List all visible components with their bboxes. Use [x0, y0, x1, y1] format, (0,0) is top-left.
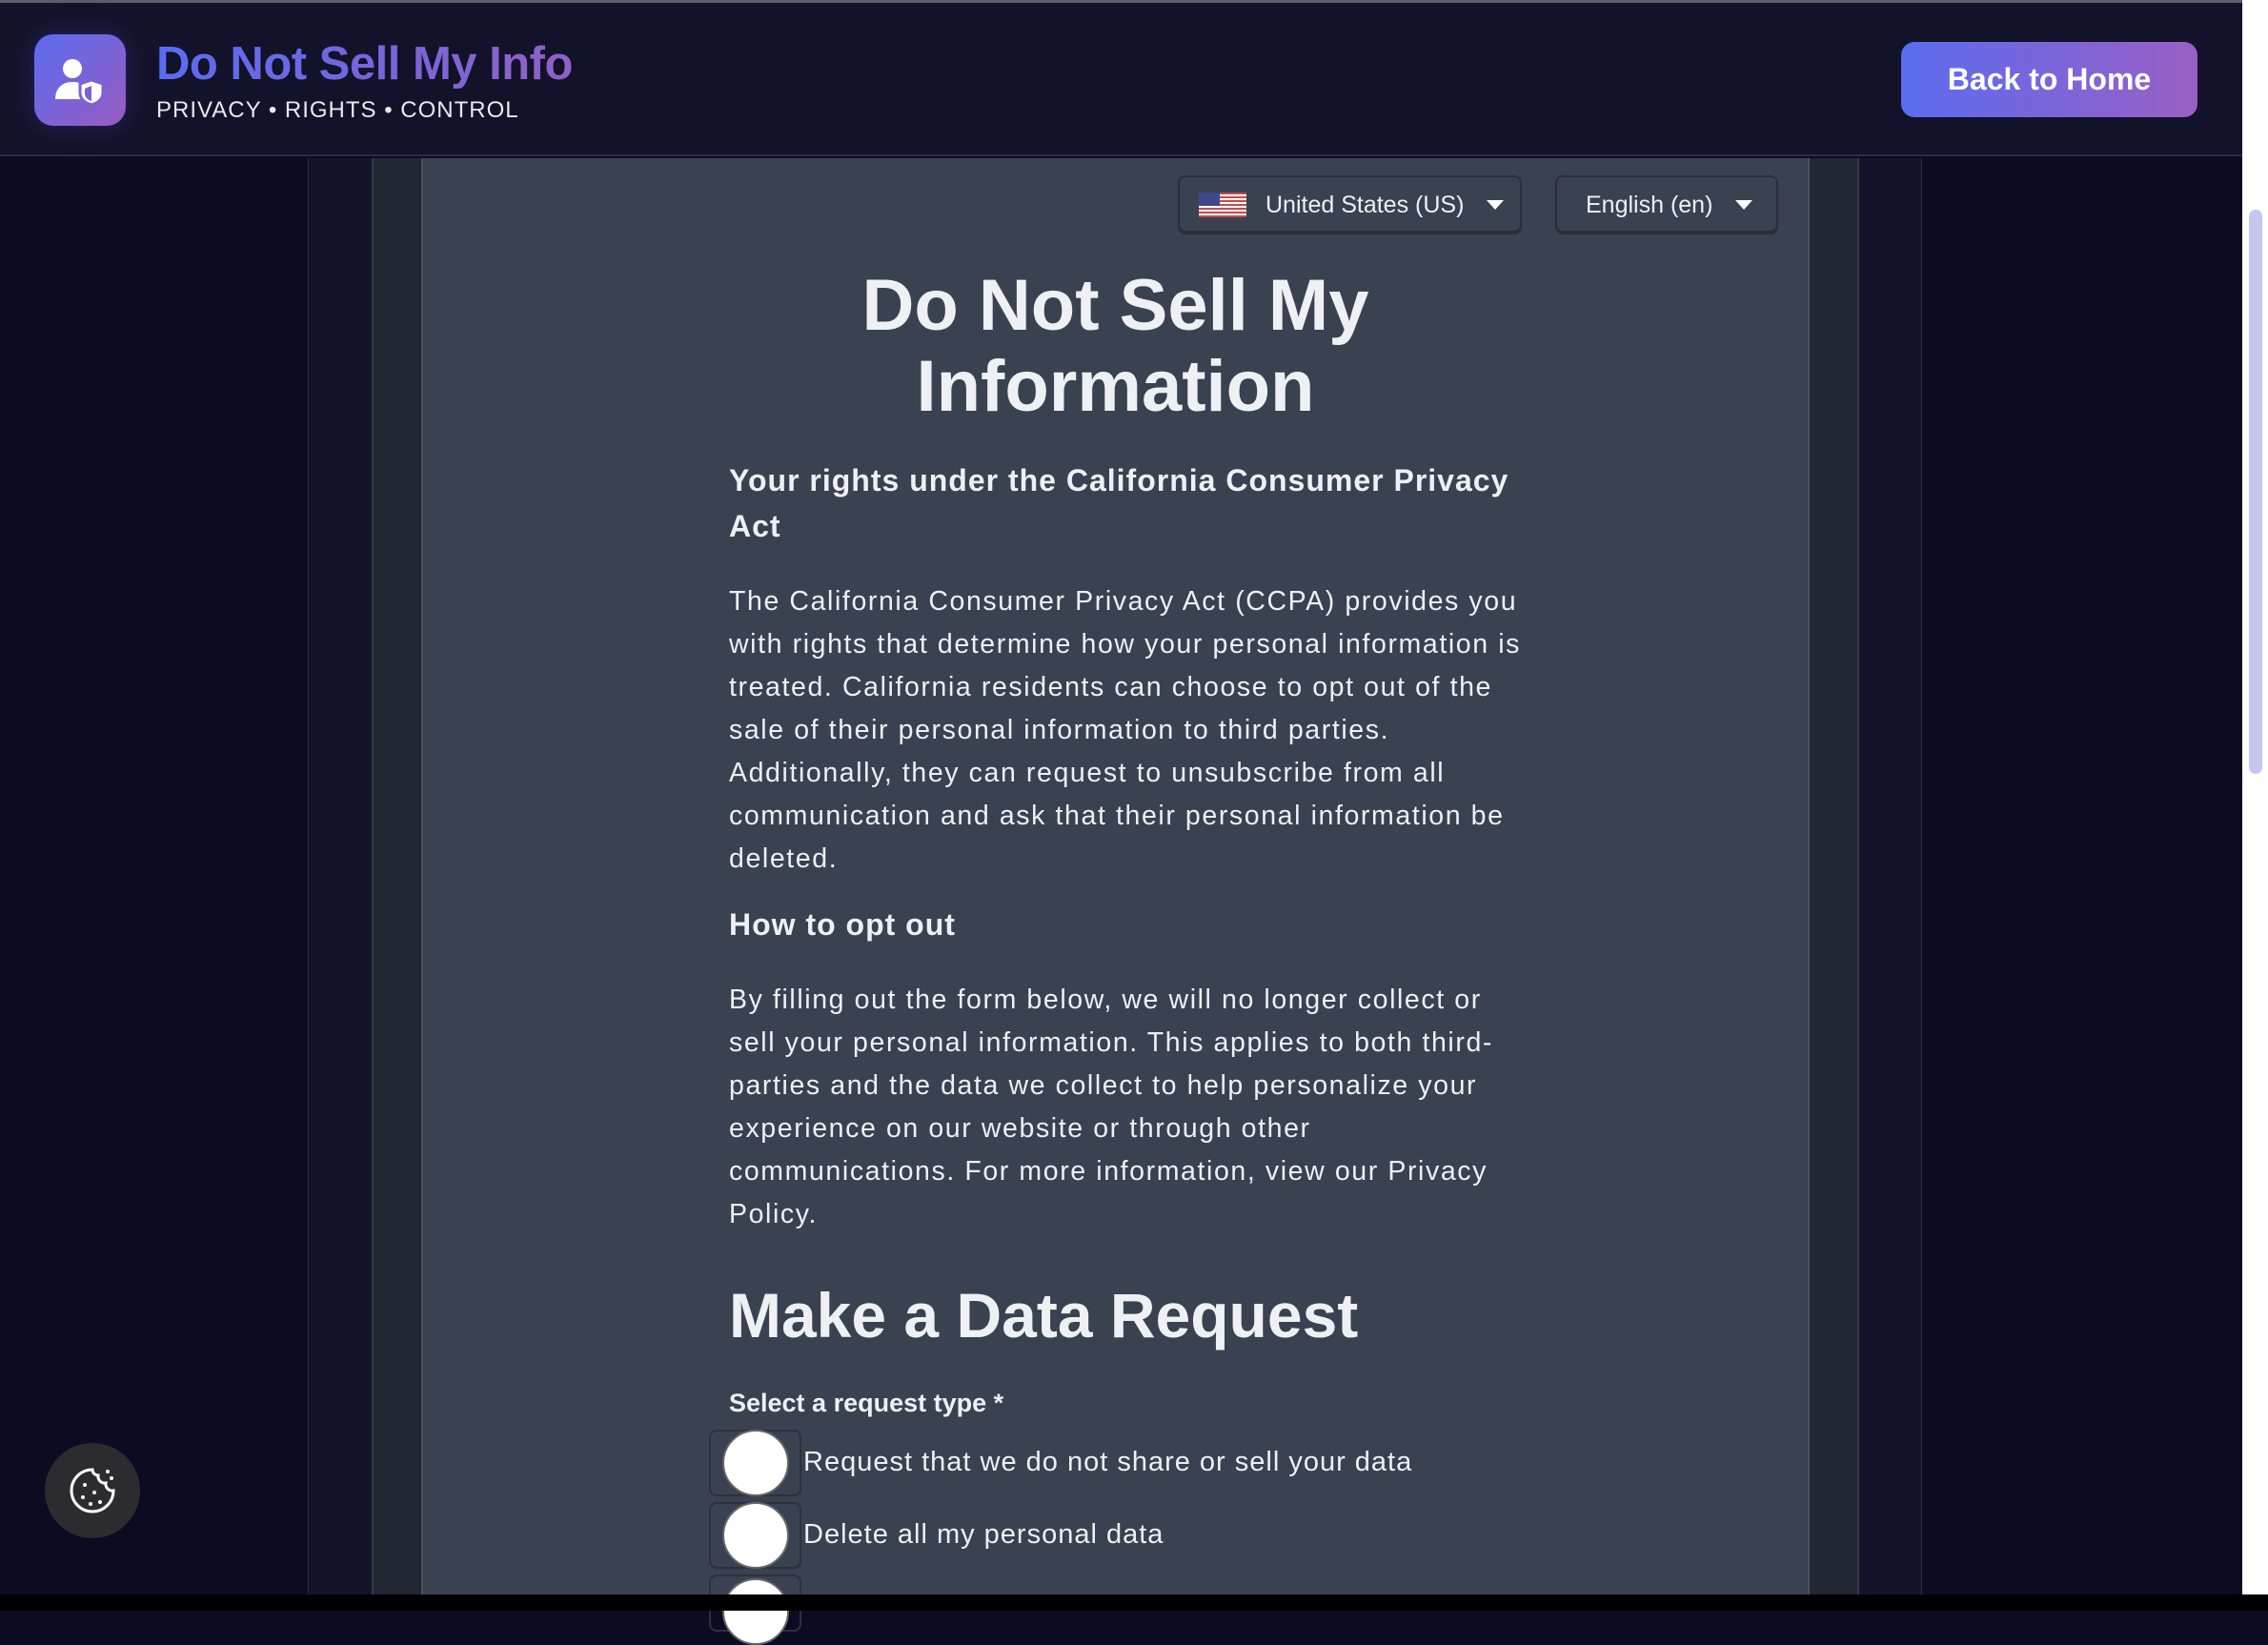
rights-text: The California Consumer Privacy Act (CCP…	[729, 586, 1522, 874]
radio-circle	[721, 1430, 789, 1496]
cookie-icon	[70, 1468, 115, 1513]
chevron-down-icon	[1487, 200, 1505, 210]
language-select-value: English (en)	[1586, 191, 1713, 218]
radio-do-not-sell[interactable]	[709, 1430, 801, 1496]
site-title: Do Not Sell My Info	[156, 38, 573, 90]
page-title: Do Not Sell My Information	[421, 265, 1810, 427]
radio-label-do-not-sell[interactable]: Request that we do not share or sell you…	[803, 1447, 1412, 1478]
us-flag-icon	[1199, 193, 1246, 217]
chevron-down-icon	[1735, 200, 1753, 210]
bottom-edge	[0, 1594, 2268, 1611]
scrollbar-thumb[interactable]	[2249, 210, 2262, 774]
user-shield-icon	[34, 34, 126, 126]
radio-circle	[721, 1578, 789, 1645]
country-select[interactable]: United States (US)	[1178, 175, 1522, 234]
site-header: Do Not Sell My Info PRIVACY • RIGHTS • C…	[0, 3, 2242, 156]
back-to-home-button[interactable]: Back to Home	[1901, 42, 2197, 117]
country-select-value: United States (US)	[1266, 191, 1465, 218]
rights-heading: Your rights under the California Consume…	[729, 463, 1509, 543]
optout-text: By filling out the form below, we will n…	[729, 985, 1493, 1229]
language-select[interactable]: English (en)	[1555, 175, 1778, 234]
form-heading: Make a Data Request	[729, 1280, 1359, 1351]
optout-heading: How to opt out	[729, 907, 956, 942]
page-title-text: Do Not Sell My Information	[861, 265, 1369, 427]
radio-label-delete-data[interactable]: Delete all my personal data	[803, 1519, 1164, 1551]
site-tagline: PRIVACY • RIGHTS • CONTROL	[156, 97, 519, 123]
cookie-settings-button[interactable]	[45, 1443, 140, 1538]
radio-circle	[721, 1502, 789, 1569]
request-type-label: Select a request type *	[729, 1389, 1004, 1417]
radio-delete-data[interactable]	[709, 1502, 801, 1569]
